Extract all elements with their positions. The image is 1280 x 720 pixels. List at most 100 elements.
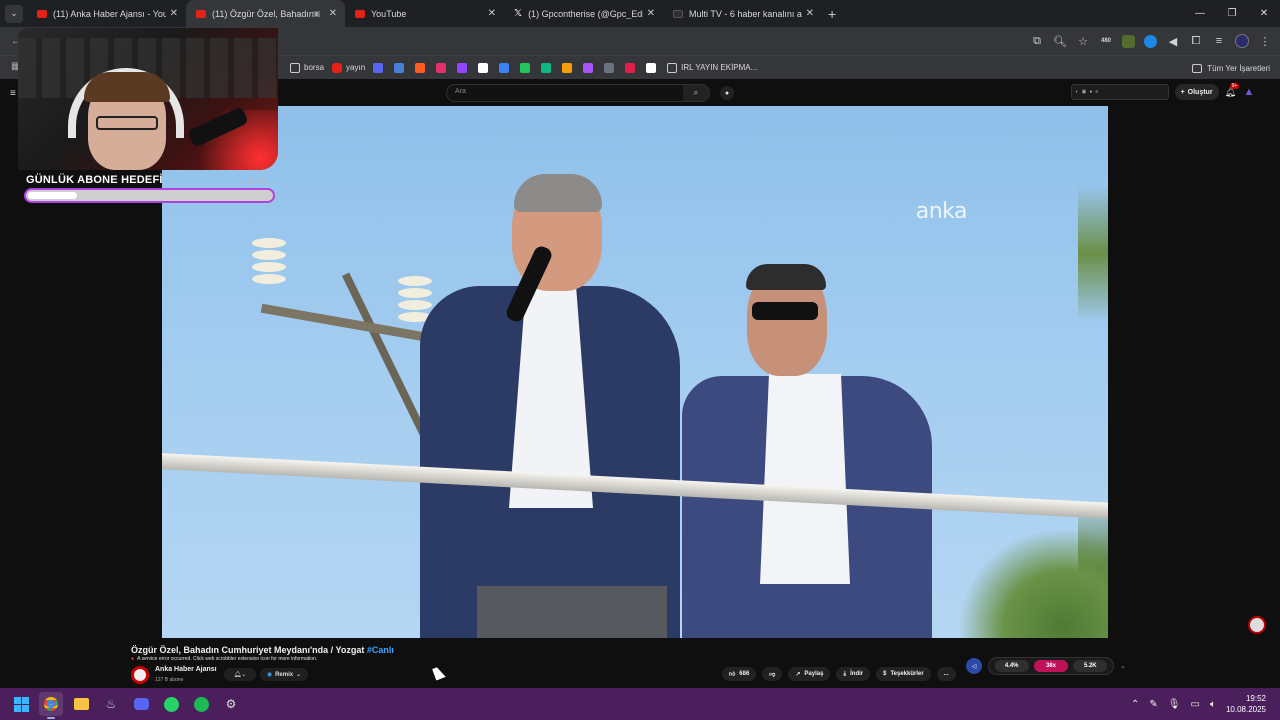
voice-search-icon[interactable]: ● [720, 86, 734, 100]
all-bookmarks[interactable]: Tüm Yer İşaretleri [1192, 56, 1270, 80]
bookmark-borsa[interactable]: borsa [290, 62, 325, 73]
cast-icon[interactable]: ⧉ [1030, 35, 1044, 48]
network-icon[interactable]: ▭ [1191, 699, 1200, 710]
bookmark-shortcut-icon[interactable] [583, 62, 594, 73]
app-icon[interactable]: ⚙ [219, 692, 243, 716]
extension-icon[interactable] [1144, 34, 1157, 48]
tab-youtube[interactable]: YouTube ✕ [345, 0, 504, 27]
youtube-favicon-icon [196, 9, 206, 18]
bookmark-shortcut-icon[interactable] [394, 62, 405, 73]
account-icon[interactable]: ▲ [1242, 86, 1256, 98]
bookmark-shortcut-icon[interactable] [646, 62, 657, 73]
bookmark-shortcut-icon[interactable] [436, 62, 447, 73]
error-text: A service error occurred. Click web scro… [137, 656, 318, 662]
search-icon[interactable]: ⌕ [683, 85, 709, 101]
tab-title: Multi TV - 6 haber kanalını aynı [689, 8, 802, 19]
close-icon[interactable]: ✕ [170, 8, 178, 19]
second-man-shirt [760, 374, 850, 584]
bookmark-shortcut-icon[interactable] [415, 62, 426, 73]
bookmark-label: borsa [304, 63, 325, 72]
reading-list-icon[interactable]: ≡ [1212, 35, 1226, 47]
bookmark-shortcut-icon[interactable] [373, 62, 384, 73]
folder-icon [1192, 63, 1203, 73]
tab-search-button[interactable]: ⌄ [5, 4, 23, 23]
steam-icon[interactable]: ♨ [99, 692, 123, 716]
microphone-icon[interactable]: 🎙︎ [1168, 699, 1181, 710]
channel-name[interactable]: Anka Haber Ajansı [155, 666, 217, 673]
share-button[interactable]: ↗ Paylaş [788, 667, 831, 681]
rating-chip: 5.2K [1073, 660, 1108, 672]
profile-avatar[interactable] [1235, 34, 1249, 48]
notifications-bell-icon[interactable]: 🔔︎ 9+ [1225, 82, 1240, 98]
zoom-icon[interactable]: 🔍︎ [1053, 35, 1067, 48]
speaker-hair [514, 174, 602, 212]
bookmark-shortcut-icon[interactable] [478, 62, 489, 73]
video-player[interactable]: anka [162, 106, 1108, 638]
search-box[interactable]: Ara ⌕ [446, 84, 710, 102]
pen-icon[interactable]: ✎ [1149, 699, 1157, 710]
extension-icon[interactable] [1122, 34, 1135, 48]
bookmark-shortcut-icon[interactable] [457, 62, 468, 73]
extension-logo-icon[interactable]: ◁ [966, 658, 982, 674]
channel-watermark: anka [915, 199, 968, 224]
star-icon[interactable]: ☆ [1076, 35, 1090, 48]
more-actions-button[interactable]: ... [936, 667, 956, 681]
tab-active-video[interactable]: (11) Özgür Özel, Bahadın Cumhuriyet ▣ ✕ [186, 0, 345, 27]
audio-icon[interactable]: ▣ [313, 9, 321, 18]
tab-x[interactable]: 𝕏 (1) Gpcontherise (@Gpc_Edits) ✕ [504, 0, 663, 27]
windows-taskbar: ♨ ⚙ ⌃ ✎ 🎙︎ ▭ 🔈︎ 19:52 10.08.2025 [0, 688, 1280, 720]
download-button[interactable]: ⤓ İndir [836, 667, 871, 681]
video-hashtag[interactable]: #Canlı [367, 645, 394, 655]
chevron-down-icon: ⌄ [241, 672, 247, 678]
bookmark-shortcut-icon[interactable] [499, 62, 510, 73]
channel-avatar[interactable] [131, 666, 149, 684]
thanks-button[interactable]: $ Teşekkürler [876, 667, 931, 681]
tab-multitv[interactable]: Multi TV - 6 haber kanalını aynı ✕ [663, 0, 822, 27]
channel-logo-overlay-icon[interactable] [1248, 616, 1266, 634]
close-icon[interactable]: ✕ [329, 8, 337, 19]
hamburger-menu-icon[interactable]: ≡ [10, 88, 16, 99]
volume-icon[interactable]: ◀ [1166, 35, 1180, 48]
speaker-pants [477, 586, 667, 638]
youtube-icon [332, 62, 343, 73]
create-button[interactable]: + Oluştur [1174, 84, 1219, 100]
extension-badge-icon[interactable]: 480 [1099, 38, 1113, 44]
restore-icon[interactable]: ❐ [1216, 0, 1248, 27]
files-icon[interactable] [69, 692, 93, 716]
puzzle-icon[interactable]: ⧠ [1189, 35, 1203, 48]
clock[interactable]: 19:52 10.08.2025 [1226, 693, 1266, 715]
subscribed-bell-button[interactable]: 🔔︎ ⌄ [224, 668, 256, 681]
close-window-icon[interactable]: ✕ [1248, 0, 1280, 27]
bookmark-shortcut-icon[interactable] [541, 62, 552, 73]
dislike-button[interactable]: 👎︎ [762, 667, 783, 681]
minimize-icon[interactable]: — [1184, 0, 1216, 27]
bookmark-shortcut-icon[interactable] [562, 62, 573, 73]
speaker-icon[interactable]: 🔈︎ [1210, 699, 1216, 710]
chrome-icon[interactable] [39, 692, 63, 719]
sunglasses [752, 302, 818, 320]
close-icon[interactable]: ✕ [806, 8, 814, 19]
whatsapp-icon[interactable] [159, 692, 183, 716]
bookmark-label: yayın [346, 63, 366, 72]
bookmark-shortcut-icon[interactable] [625, 62, 636, 73]
multitv-favicon-icon [673, 9, 683, 18]
windows-start-icon[interactable] [9, 692, 33, 716]
search-input[interactable]: Ara [455, 88, 466, 95]
discord-icon[interactable] [129, 692, 153, 716]
close-icon[interactable]: ✕ [488, 8, 496, 19]
menu-icon[interactable]: ⋮ [1258, 35, 1272, 48]
tab-anka[interactable]: (11) Anka Haber Ajansı - YouTube ✕ [27, 0, 186, 27]
bookmark-yayin[interactable]: yayın [332, 62, 366, 73]
chevron-down-icon[interactable]: ⌄ [1120, 662, 1126, 670]
bookmark-folder-irl[interactable]: IRL YAYIN EKİPMA... [667, 62, 757, 73]
chevron-up-icon[interactable]: ⌃ [1131, 699, 1139, 710]
thumbs-down-icon: 👎︎ [769, 672, 776, 678]
close-icon[interactable]: ✕ [647, 8, 655, 19]
remix-button[interactable]: ◉ Remix ⌄ [260, 668, 308, 681]
new-tab-button[interactable]: + [828, 6, 836, 22]
bookmark-shortcut-icon[interactable] [604, 62, 615, 73]
second-man-hair [746, 264, 826, 290]
like-button[interactable]: 👍︎ 686 [722, 667, 757, 681]
bookmark-shortcut-icon[interactable] [520, 62, 531, 73]
spotify-icon[interactable] [189, 692, 213, 716]
